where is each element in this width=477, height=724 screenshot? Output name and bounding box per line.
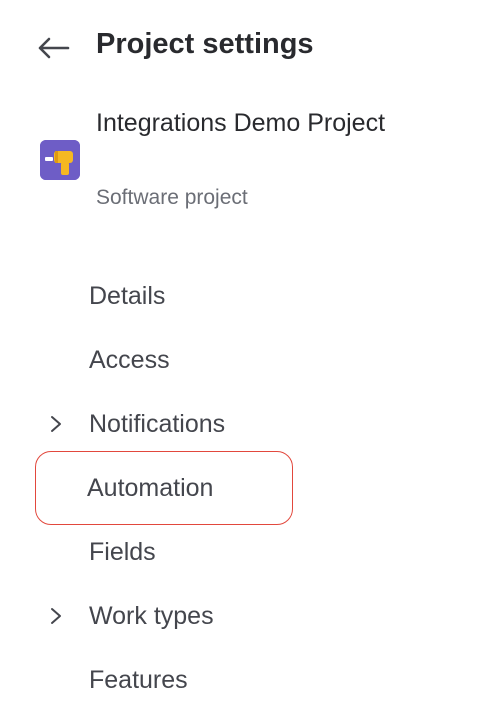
project-name: Integrations Demo Project [96,109,386,137]
nav-item-label: Automation [87,473,214,502]
back-button[interactable] [36,28,76,68]
nav-item-label: Work types [89,601,214,630]
chevron-right-icon[interactable] [48,414,64,434]
nav-item-automation[interactable]: Automation [35,451,293,525]
nav-item-notifications[interactable]: Notifications [36,392,294,456]
project-type: Software project [96,186,248,209]
nav-item-features[interactable]: Features [36,648,294,712]
page-title: Project settings [96,28,314,60]
page-header [36,26,76,70]
nav-item-details[interactable]: Details [36,264,294,328]
nav-item-label: Access [89,345,170,374]
nav-item-work-types[interactable]: Work types [36,584,294,648]
arrow-left-icon [38,37,70,59]
nav-item-access[interactable]: Access [36,328,294,392]
nav-item-fields[interactable]: Fields [36,520,294,584]
nav-item-label: Fields [89,537,156,566]
nav-item-label: Notifications [89,409,226,438]
drill-icon [40,140,80,180]
nav-item-label: Features [89,665,188,694]
chevron-right-icon[interactable] [48,606,64,626]
project-avatar [40,140,80,180]
nav-item-label: Details [89,281,166,310]
